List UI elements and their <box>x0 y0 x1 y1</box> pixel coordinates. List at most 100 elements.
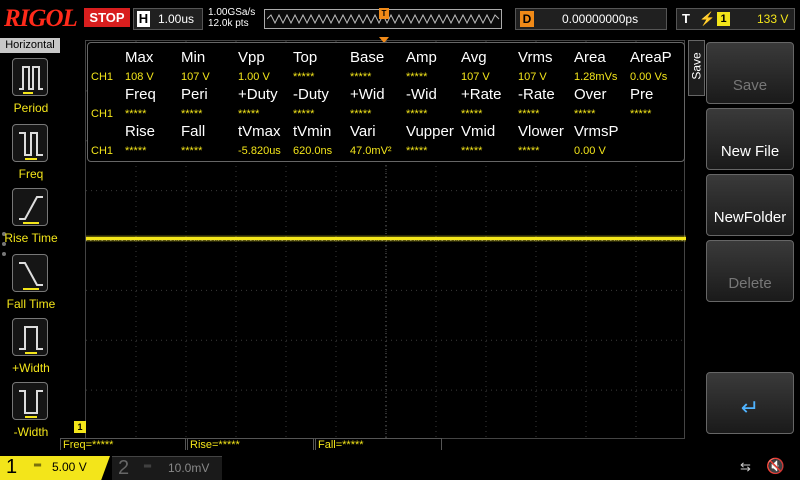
measurement-value: 0.00 Vs <box>630 71 668 83</box>
measurement-header: Max <box>125 49 154 66</box>
measurement-value: ***** <box>518 145 540 157</box>
rigol-logo: RIGOL <box>4 5 78 32</box>
trigger-box[interactable]: T ⚡ 1 133 V <box>676 8 795 30</box>
delay-box[interactable]: D 0.00000000ps <box>515 8 667 30</box>
delay-value: 0.00000000ps <box>562 12 639 26</box>
delay-label: D <box>520 11 534 27</box>
ch2-label[interactable]: 2 ═ 10.0mV <box>112 456 222 480</box>
measurement-header: Freq <box>125 86 156 103</box>
measurement-header: AreaP <box>630 49 672 66</box>
new-file-button[interactable]: New File <box>706 108 794 170</box>
measurement-header: VrmsP <box>574 123 619 140</box>
measurement-header: Pre <box>630 86 654 103</box>
menu-item-freq[interactable]: Freq <box>0 124 60 186</box>
measurement-value: ***** <box>461 108 483 120</box>
measurement-header: Vpp <box>238 49 265 66</box>
measurement-header: tVmax <box>238 123 281 140</box>
measurement-value: ***** <box>406 71 428 83</box>
measurement-value: 107 V <box>518 71 547 83</box>
measurement-header: Vmid <box>461 123 496 140</box>
measurement-header: Amp <box>406 49 437 66</box>
measurement-value: 1.00 V <box>238 71 270 83</box>
save-menu-tab[interactable]: Save <box>688 40 705 96</box>
period-icon <box>12 58 48 96</box>
dc-coupling-icon: ═ <box>34 460 42 471</box>
trigger-source: 1 <box>717 12 730 26</box>
rise-time-icon <box>12 188 48 226</box>
menu-item-label: -Width <box>13 425 49 439</box>
measurement-header: Min <box>181 49 206 66</box>
measurement-value: ***** <box>406 145 428 157</box>
measurement-header: -Duty <box>293 86 329 103</box>
measurement-value: 108 V <box>125 71 154 83</box>
negative-width-icon <box>12 382 48 420</box>
measurement-channel: CH1 <box>91 71 114 83</box>
measurement-value: ***** <box>181 145 203 157</box>
measurement-value: ***** <box>238 108 260 120</box>
delete-button[interactable]: Delete <box>706 240 794 302</box>
new-folder-button-label: NewFolder <box>713 209 787 226</box>
measurement-value: 620.0ns <box>293 145 333 157</box>
trigger-position-marker[interactable]: T <box>379 8 389 19</box>
ch2-number: 2 <box>118 457 130 479</box>
measurement-value: -5.820us <box>238 145 281 157</box>
measurement-value: ***** <box>406 108 428 120</box>
measurement-header: Vari <box>350 123 376 140</box>
measurement-value: 107 V <box>181 71 210 83</box>
measurement-value: ***** <box>181 108 203 120</box>
save-button[interactable]: Save <box>706 42 794 104</box>
measurement-table: Max Min Vpp Top Base Amp Avg Vrms Area AreaP CH1 10… <box>87 42 685 162</box>
run-stop-indicator[interactable]: STOP <box>84 8 130 27</box>
timebase-value: 1.00us <box>158 12 195 26</box>
measurement-channel: CH1 <box>91 145 114 157</box>
measurement-value: ***** <box>574 108 596 120</box>
measurement-header: Vrms <box>518 49 553 66</box>
menu-item-plus-width[interactable]: +Width <box>0 318 60 380</box>
trigger-level: 133 V <box>757 12 789 26</box>
menu-item-label: Rise Time <box>4 231 58 245</box>
menu-item-fall-time[interactable]: Fall Time <box>0 254 60 316</box>
measurement-header: Fall <box>181 123 206 140</box>
measurement-value: ***** <box>293 108 315 120</box>
fall-time-icon <box>12 254 48 292</box>
menu-item-label: Period <box>13 101 49 115</box>
menu-item-label: +Width <box>12 361 50 375</box>
menu-title: Horizontal <box>0 38 60 53</box>
rising-edge-icon: ⚡ <box>699 11 716 26</box>
save-menu-tab-label: Save <box>689 52 704 80</box>
new-folder-button[interactable]: NewFolder <box>706 174 794 236</box>
frequency-icon <box>12 124 48 162</box>
measurement-header: +Rate <box>461 86 502 103</box>
measurement-header: +Duty <box>238 86 278 103</box>
horizontal-timebase-box[interactable]: H 1.00us <box>133 8 203 30</box>
delete-button-label: Delete <box>728 275 772 292</box>
measurement-value: ***** <box>518 108 540 120</box>
measurement-header: Rise <box>125 123 156 140</box>
ch1-label[interactable]: 1 ═ 5.00 V <box>0 456 110 480</box>
measurement-value: ***** <box>125 108 147 120</box>
measurement-value: ***** <box>293 71 315 83</box>
speaker-mute-icon[interactable]: 🔇 <box>766 457 785 475</box>
measurement-header: Area <box>574 49 606 66</box>
acquisition-info: 1.00GSa/s 12.0k pts <box>208 7 255 29</box>
menu-item-minus-width[interactable]: -Width <box>0 382 60 444</box>
measurement-header: Over <box>574 86 607 103</box>
measurement-value: ***** <box>461 145 483 157</box>
sample-rate: 1.00GSa/s <box>208 7 256 18</box>
measurement-header: Base <box>350 49 385 66</box>
measurement-header: -Rate <box>518 86 555 103</box>
ch1-number: 1 <box>6 456 18 478</box>
ch2-scale: 10.0mV <box>168 461 210 475</box>
menu-item-period[interactable]: Period <box>0 58 60 120</box>
measurement-header: Avg <box>461 49 487 66</box>
menu-item-label: Freq <box>18 167 44 181</box>
measurement-channel: CH1 <box>91 108 114 120</box>
ch1-ground-marker[interactable]: 1 <box>74 421 86 433</box>
return-arrow-icon: ↵ <box>740 395 760 420</box>
measurement-value: ***** <box>350 71 372 83</box>
measurement-header: Vupper <box>406 123 454 140</box>
menu-item-rise-time[interactable]: Rise Time <box>0 188 60 250</box>
dc-coupling-icon: ═ <box>144 461 152 472</box>
measurement-value: 107 V <box>461 71 490 83</box>
return-button[interactable]: ↵ <box>706 372 794 434</box>
